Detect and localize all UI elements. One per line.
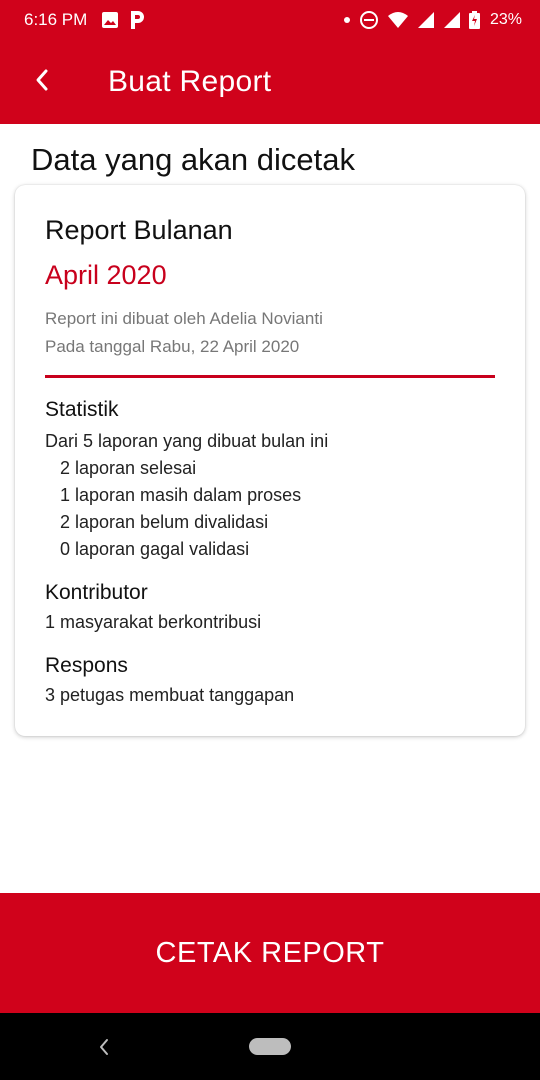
do-not-disturb-icon: [359, 10, 379, 30]
nav-home-pill[interactable]: [249, 1038, 291, 1055]
report-created-by: Report ini dibuat oleh Adelia Novianti: [45, 309, 323, 328]
arrow-back-icon: [34, 68, 50, 97]
page-title: Buat Report: [108, 65, 272, 98]
back-button[interactable]: [0, 40, 84, 124]
image-icon: [101, 11, 119, 29]
section-title: Data yang akan dicetak: [31, 142, 355, 177]
kontributor-text: 1 masyarakat berkontribusi: [45, 612, 262, 632]
parking-icon: [129, 10, 145, 30]
statistik-item: 1 laporan masih dalam proses: [60, 485, 302, 505]
battery-charging-icon: [468, 11, 480, 29]
nav-back-icon[interactable]: [92, 1033, 116, 1061]
signal-icon: [417, 11, 435, 29]
report-title: Report Bulanan: [45, 215, 233, 245]
divider: [45, 375, 495, 378]
signal-icon: [443, 11, 461, 29]
respons-heading: Respons: [45, 654, 128, 677]
statistik-summary: Dari 5 laporan yang dibuat bulan ini: [45, 431, 329, 451]
kontributor-heading: Kontributor: [45, 581, 148, 604]
dot-icon: [343, 16, 351, 24]
status-bar: 6:16 PM 23%: [0, 0, 540, 40]
statistik-heading: Statistik: [45, 398, 119, 421]
report-meta: Report ini dibuat oleh Adelia Novianti P…: [45, 305, 495, 361]
statistik-item: 0 laporan gagal validasi: [60, 539, 250, 559]
report-period: April 2020: [45, 260, 167, 290]
statistik-item: 2 laporan belum divalidasi: [60, 512, 269, 532]
print-report-button[interactable]: CETAK REPORT: [0, 893, 540, 1013]
respons-text: 3 petugas membuat tanggapan: [45, 685, 295, 705]
report-card: Report Bulanan April 2020 Report ini dib…: [15, 185, 525, 736]
wifi-icon: [387, 11, 409, 29]
app-bar: Buat Report: [0, 40, 540, 124]
status-time: 6:16 PM: [24, 10, 88, 29]
battery-level: 23%: [489, 11, 522, 28]
report-created-on: Pada tanggal Rabu, 22 April 2020: [45, 337, 300, 356]
statistik-list: Dari 5 laporan yang dibuat bulan ini 2 l…: [45, 428, 495, 563]
system-nav-bar: [0, 1013, 540, 1080]
statistik-item: 2 laporan selesai: [60, 458, 197, 478]
